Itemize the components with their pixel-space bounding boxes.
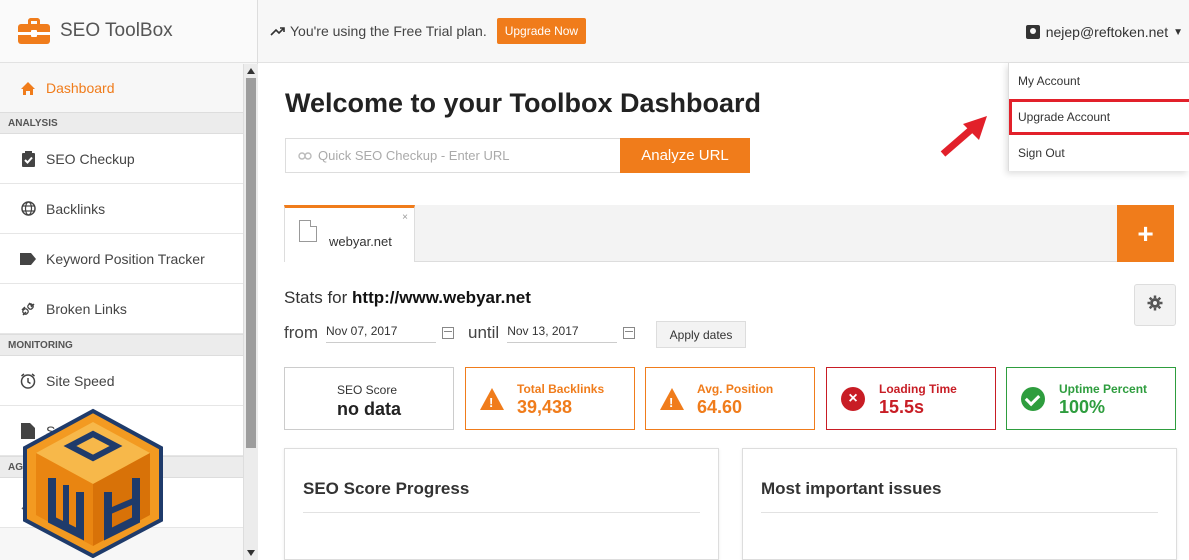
sidebar-item-label: Site Speed bbox=[46, 372, 115, 389]
sidebar-scrollbar[interactable] bbox=[243, 64, 258, 560]
page-title: Welcome to your Toolbox Dashboard bbox=[285, 88, 762, 118]
clipboard-check-icon bbox=[20, 150, 36, 167]
card-label: Total Backlinks bbox=[517, 382, 605, 396]
sidebar-item-label: Keyword Position Tracker bbox=[46, 250, 205, 267]
add-site-button[interactable]: + bbox=[1117, 205, 1174, 262]
document-icon bbox=[299, 220, 317, 242]
scroll-down-arrow-icon[interactable] bbox=[247, 550, 255, 556]
scroll-up-arrow-icon[interactable] bbox=[247, 68, 255, 74]
url-input[interactable]: Quick SEO Checkup - Enter URL bbox=[285, 138, 620, 173]
sidebar-item-label: Dashboard bbox=[46, 80, 115, 96]
gear-icon bbox=[1147, 295, 1163, 316]
card-value: 100% bbox=[1059, 397, 1106, 417]
brand[interactable]: SEO ToolBox bbox=[0, 0, 257, 63]
sidebar-section-monitoring: MONITORING bbox=[0, 334, 243, 356]
tab-webyar[interactable]: webyar.net × bbox=[284, 205, 415, 262]
card-label: Loading Time bbox=[879, 382, 957, 396]
card-loading-time[interactable]: × Loading Time 15.5s bbox=[826, 367, 996, 430]
topbar: You're using the Free Trial plan. Upgrad… bbox=[258, 0, 1189, 63]
link-icon bbox=[298, 148, 312, 163]
brand-name: SEO ToolBox bbox=[60, 20, 173, 41]
apply-dates-button[interactable]: Apply dates bbox=[656, 321, 746, 348]
sidebar-item-backlinks[interactable]: Backlinks bbox=[0, 184, 243, 234]
check-icon bbox=[1021, 387, 1045, 411]
card-label: Uptime Percent bbox=[1059, 382, 1148, 396]
card-value: no data bbox=[337, 399, 402, 419]
main-content: Welcome to your Toolbox Dashboard Quick … bbox=[258, 64, 1189, 560]
sidebar-item-label: Broken Links bbox=[46, 300, 127, 317]
card-uptime-percent[interactable]: Uptime Percent 100% bbox=[1006, 367, 1176, 430]
settings-button[interactable] bbox=[1134, 284, 1176, 326]
error-icon: × bbox=[841, 387, 865, 411]
calendar-icon[interactable] bbox=[623, 327, 636, 339]
tag-icon bbox=[20, 251, 36, 267]
globe-icon bbox=[20, 201, 36, 217]
card-total-backlinks[interactable]: ! Total Backlinks 39,438 bbox=[465, 367, 635, 430]
panel-title: SEO Score Progress bbox=[303, 479, 470, 498]
card-value: 64.60 bbox=[697, 397, 743, 417]
scroll-thumb[interactable] bbox=[246, 78, 256, 448]
card-label: SEO Score bbox=[337, 383, 398, 397]
stats-heading: Stats for http://www.webyar.net bbox=[284, 288, 531, 308]
analyze-url-button[interactable]: Analyze URL bbox=[620, 138, 750, 173]
panel-title: Most important issues bbox=[761, 479, 942, 498]
stats-prefix: Stats for bbox=[284, 288, 348, 307]
card-value: 15.5s bbox=[879, 397, 925, 417]
card-label: Avg. Position bbox=[697, 382, 774, 396]
clock-icon bbox=[20, 372, 36, 389]
user-email: nejep@reftoken.net bbox=[1045, 24, 1169, 40]
until-date-input[interactable]: Nov 13, 2017 bbox=[507, 324, 618, 343]
watermark-logo bbox=[23, 408, 163, 558]
until-label: until bbox=[468, 323, 500, 342]
sidebar-item-site-speed[interactable]: Site Speed bbox=[0, 356, 243, 406]
date-range: from Nov 07, 2017 until Nov 13, 2017 bbox=[284, 318, 649, 348]
tab-label: webyar.net bbox=[329, 234, 392, 249]
sidebar-section-analysis: ANALYSIS bbox=[0, 112, 243, 134]
trial-text: You're using the Free Trial plan. bbox=[290, 23, 487, 39]
tab-close-icon[interactable]: × bbox=[402, 212, 408, 223]
quick-checkup-form: Quick SEO Checkup - Enter URL Analyze UR… bbox=[285, 138, 750, 173]
calendar-icon[interactable] bbox=[442, 327, 454, 339]
trend-up-icon bbox=[270, 23, 286, 39]
stats-url: http://www.webyar.net bbox=[352, 288, 531, 307]
user-menu-toggle[interactable]: nejep@reftoken.net ▼ bbox=[1025, 24, 1183, 40]
sidebar-item-dashboard[interactable]: Dashboard bbox=[0, 64, 243, 112]
stat-cards: SEO Score no data ! Total Backlinks 39,4… bbox=[284, 367, 1178, 430]
from-label: from bbox=[284, 323, 318, 342]
card-seo-score[interactable]: SEO Score no data bbox=[284, 367, 454, 430]
upgrade-now-button[interactable]: Upgrade Now bbox=[496, 18, 587, 44]
panel-seo-score-progress: SEO Score Progress bbox=[284, 448, 719, 560]
sidebar-item-keyword-position-tracker[interactable]: Keyword Position Tracker bbox=[0, 234, 243, 284]
home-icon bbox=[20, 80, 36, 96]
sidebar-item-label: SEO Checkup bbox=[46, 150, 135, 167]
broken-link-icon bbox=[20, 301, 36, 317]
trial-notice: You're using the Free Trial plan. Upgrad… bbox=[270, 18, 587, 44]
from-date-input[interactable]: Nov 07, 2017 bbox=[326, 324, 436, 343]
toolbox-icon bbox=[18, 18, 50, 44]
url-input-placeholder: Quick SEO Checkup - Enter URL bbox=[318, 148, 510, 163]
sidebar-item-seo-checkup[interactable]: SEO Checkup bbox=[0, 134, 243, 184]
card-value: 39,438 bbox=[517, 397, 573, 417]
sidebar-item-broken-links[interactable]: Broken Links bbox=[0, 284, 243, 334]
sidebar-item-label: Backlinks bbox=[46, 200, 106, 217]
card-avg-position[interactable]: ! Avg. Position 64.60 bbox=[645, 367, 815, 430]
panel-most-important-issues: Most important issues bbox=[742, 448, 1177, 560]
caret-down-icon: ▼ bbox=[1173, 26, 1183, 38]
user-icon bbox=[1025, 25, 1040, 39]
site-tabs: webyar.net × + bbox=[284, 205, 1174, 262]
